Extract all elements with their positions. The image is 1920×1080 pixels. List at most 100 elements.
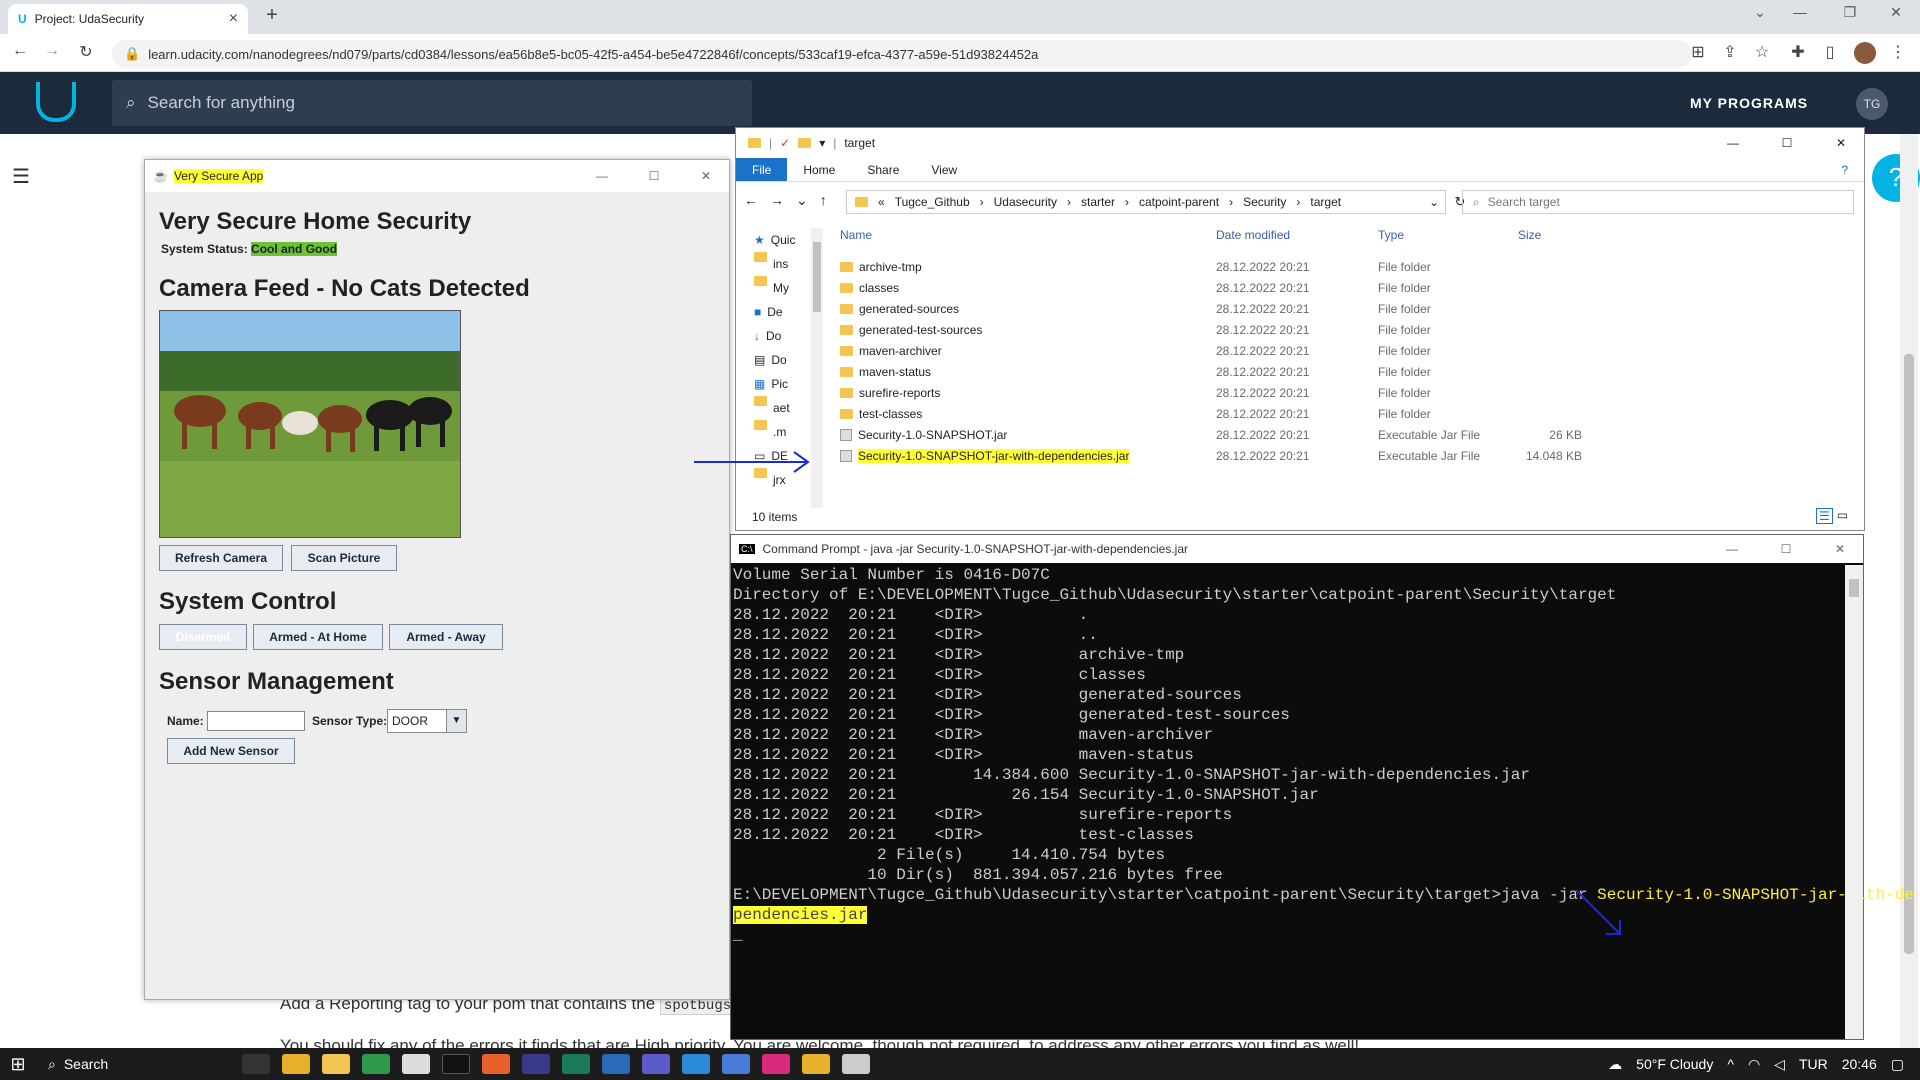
file-explorer-icon[interactable]: [322, 1054, 350, 1074]
details-view-icon[interactable]: ☰: [1816, 508, 1833, 524]
udacity-search-input[interactable]: ⌕ Search for anything: [112, 80, 752, 126]
chrome-icon[interactable]: [802, 1054, 830, 1074]
file-row[interactable]: generated-sources 28.12.2022 20:21 File fo…: [834, 298, 1854, 319]
properties-icon[interactable]: ✓: [780, 136, 790, 150]
file-row[interactable]: generated-test-sources 28.12.2022 20:21 Fi…: [834, 319, 1854, 340]
disarmed-button[interactable]: Disarmed: [159, 624, 247, 650]
my-programs-link[interactable]: MY PROGRAMS: [1690, 95, 1808, 111]
nav-item[interactable]: ■ De: [736, 300, 811, 324]
zoom-icon[interactable]: [722, 1054, 750, 1074]
forward-icon[interactable]: →: [770, 192, 784, 209]
terminal-icon[interactable]: [442, 1054, 470, 1074]
file-row[interactable]: Security-1.0-SNAPSHOT-jar-with-dependenc…: [834, 445, 1854, 466]
column-date[interactable]: Date modified: [1216, 228, 1378, 250]
maximize-button[interactable]: ☐: [631, 169, 677, 183]
minimize-button[interactable]: —: [1780, 4, 1820, 28]
add-sensor-button[interactable]: Add New Sensor: [167, 738, 295, 764]
breadcrumb-item[interactable]: Udasecurity: [994, 195, 1057, 209]
weather[interactable]: 50°F Cloudy: [1636, 1056, 1713, 1072]
maximize-button[interactable]: ☐: [1763, 542, 1809, 556]
ribbon-tab-home[interactable]: Home: [787, 158, 851, 181]
pycharm-icon[interactable]: [522, 1054, 550, 1074]
qat-dropdown-icon[interactable]: ▾: [819, 136, 825, 150]
cmd-scrollbar[interactable]: [1845, 565, 1863, 1039]
breadcrumb-item[interactable]: starter: [1081, 195, 1115, 209]
url-field[interactable]: 🔒 learn.udacity.com/nanodegrees/nd079/pa…: [112, 40, 1692, 68]
new-tab-button[interactable]: +: [258, 4, 286, 30]
browser-tab[interactable]: U Project: UdaSecurity ×: [8, 4, 248, 34]
reload-icon[interactable]: ↻: [74, 42, 98, 64]
ribbon-tab-file[interactable]: File: [736, 158, 788, 181]
column-type[interactable]: Type: [1378, 228, 1518, 250]
translate-icon[interactable]: ⊞: [1686, 42, 1710, 64]
java-app-icon[interactable]: [842, 1054, 870, 1074]
extensions-icon[interactable]: ✚: [1786, 42, 1810, 64]
ribbon-tab-view[interactable]: View: [915, 158, 973, 181]
chevron-down-icon[interactable]: ⌄: [1429, 195, 1445, 209]
intellij-icon[interactable]: [762, 1054, 790, 1074]
new-folder-icon[interactable]: [798, 138, 812, 148]
app-icon[interactable]: [562, 1054, 590, 1074]
bookmark-star-icon[interactable]: ☆: [1750, 42, 1774, 64]
forward-icon[interactable]: →: [40, 42, 64, 64]
file-row[interactable]: classes 28.12.2022 20:21 File folder: [834, 277, 1854, 298]
postman-icon[interactable]: [482, 1054, 510, 1074]
breadcrumb-item[interactable]: Security: [1243, 195, 1286, 209]
breadcrumb-item[interactable]: Tugce_Github: [895, 195, 970, 209]
language-indicator[interactable]: TUR: [1799, 1056, 1828, 1072]
file-row[interactable]: maven-archiver 28.12.2022 20:21 File folde…: [834, 340, 1854, 361]
breadcrumb-item[interactable]: catpoint-parent: [1139, 195, 1219, 209]
tiles-view-icon[interactable]: ▭: [1837, 508, 1848, 524]
vscode-icon[interactable]: [682, 1054, 710, 1074]
help-icon[interactable]: ?: [1825, 158, 1864, 181]
taskbar-search[interactable]: ⌕ Search: [36, 1056, 236, 1073]
chevron-down-icon[interactable]: ⌄: [1740, 4, 1780, 28]
notification-icon[interactable]: ▢: [1891, 1056, 1904, 1073]
explorer-breadcrumb[interactable]: « Tugce_Github › Udasecurity › starter › ca…: [846, 190, 1446, 214]
volume-icon[interactable]: ◁: [1774, 1056, 1785, 1073]
column-size[interactable]: Size: [1518, 228, 1582, 250]
dropdown-arrow-icon[interactable]: ▼: [446, 710, 466, 732]
file-row[interactable]: archive-tmp 28.12.2022 20:21 File folder: [834, 256, 1854, 277]
scan-picture-button[interactable]: Scan Picture: [291, 545, 397, 571]
clock[interactable]: 20:46: [1842, 1056, 1877, 1072]
nav-item[interactable]: ins: [736, 252, 811, 276]
udacity-logo-icon[interactable]: [36, 82, 76, 122]
minimize-button[interactable]: —: [1709, 542, 1755, 556]
restore-button[interactable]: ❐: [1830, 4, 1870, 28]
sidepanel-icon[interactable]: ▯: [1818, 42, 1842, 64]
nav-item[interactable]: aet: [736, 396, 811, 420]
breadcrumb-item[interactable]: target: [1310, 195, 1341, 209]
profile-avatar-icon[interactable]: [1854, 42, 1876, 64]
file-row[interactable]: maven-status 28.12.2022 20:21 File folder: [834, 361, 1854, 382]
lesson-menu-icon[interactable]: ☰: [12, 164, 36, 188]
ribbon-tab-share[interactable]: Share: [851, 158, 915, 181]
close-window-button[interactable]: ✕: [1876, 4, 1916, 28]
nav-item[interactable]: ↓ Do: [736, 324, 811, 348]
armed-away-button[interactable]: Armed - Away: [389, 624, 503, 650]
sensor-type-select[interactable]: DOOR ▼: [387, 709, 467, 733]
windows-start-icon[interactable]: ⊞: [0, 1054, 36, 1075]
share-icon[interactable]: ⇪: [1718, 42, 1742, 64]
close-button[interactable]: ✕: [1818, 136, 1864, 150]
file-row[interactable]: surefire-reports 28.12.2022 20:21 File fol…: [834, 382, 1854, 403]
nav-item[interactable]: ★ Quic: [736, 228, 811, 252]
task-view-icon[interactable]: [242, 1054, 270, 1074]
sensor-name-input[interactable]: [207, 711, 305, 731]
network-icon[interactable]: ◠: [1748, 1056, 1760, 1073]
minimize-button[interactable]: —: [579, 169, 625, 183]
explorer-search-input[interactable]: ⌕ Search target: [1462, 190, 1854, 214]
tray-chevron-icon[interactable]: ^: [1727, 1056, 1734, 1072]
file-row[interactable]: Security-1.0-SNAPSHOT.jar 28.12.2022 20:2…: [834, 424, 1854, 445]
excel-icon[interactable]: [362, 1054, 390, 1074]
back-icon[interactable]: ←: [744, 192, 758, 209]
close-button[interactable]: ✕: [1817, 542, 1863, 556]
nav-item[interactable]: .m: [736, 420, 811, 444]
chrome-icon[interactable]: [282, 1054, 310, 1074]
chevron-down-icon[interactable]: ⌄: [796, 192, 808, 209]
back-icon[interactable]: ←: [8, 42, 32, 64]
up-icon[interactable]: ↑: [820, 192, 827, 209]
notepad-icon[interactable]: [402, 1054, 430, 1074]
maximize-button[interactable]: ☐: [1764, 136, 1810, 150]
app-icon[interactable]: [602, 1054, 630, 1074]
